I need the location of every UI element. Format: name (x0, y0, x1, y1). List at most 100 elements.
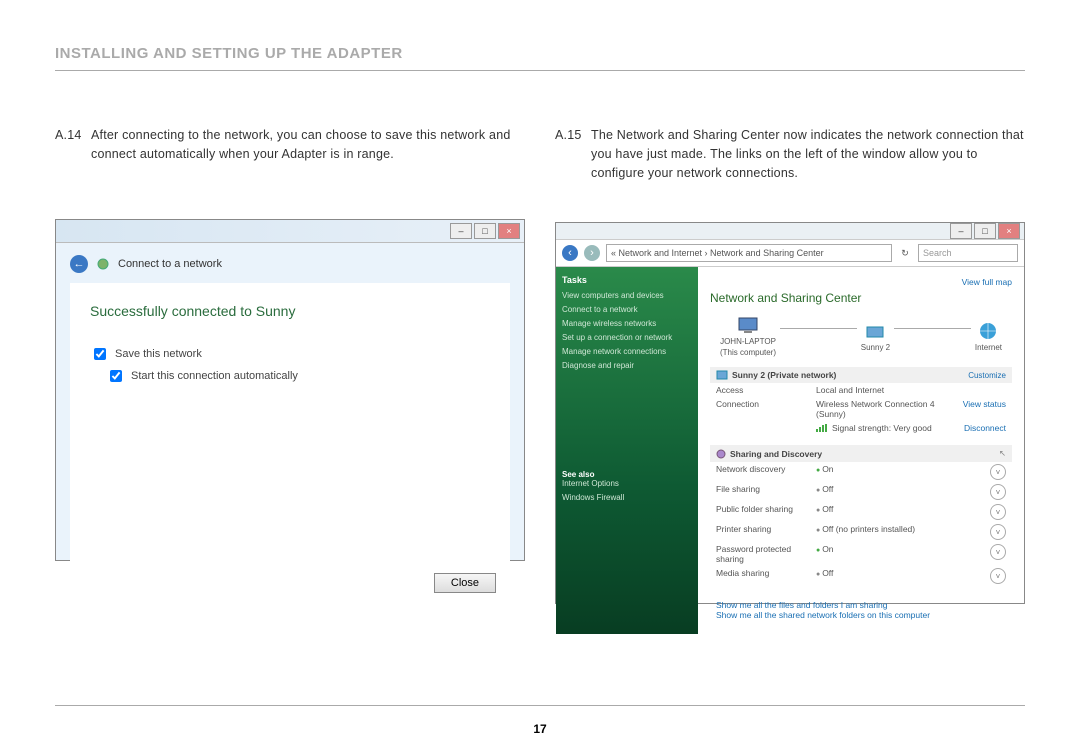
breadcrumb[interactable]: « Network and Internet › Network and Sha… (606, 244, 892, 262)
sharing-value: ● On (816, 464, 946, 480)
connection-key: Connection (716, 399, 816, 419)
page-title: INSTALLING AND SETTING UP THE ADAPTER (55, 45, 1025, 62)
see-also-title: See also (562, 470, 692, 479)
sharing-row: Public folder sharing● Off ˅ (710, 502, 1012, 522)
auto-connect-checkbox[interactable]: Start this connection automatically (106, 367, 490, 385)
sharing-icon (716, 449, 726, 459)
sharing-key: Password protected sharing (716, 544, 816, 564)
content-panel: View full map Network and Sharing Center… (698, 267, 1024, 634)
dialog-a-title: Connect to a network (118, 258, 222, 270)
sharing-key: Network discovery (716, 464, 816, 480)
top-rule (55, 70, 1025, 71)
tasks-panel: Tasks View computers and devices Connect … (556, 267, 698, 634)
network-section-name: Sunny 2 (Private network) (732, 370, 836, 380)
tasks-title: Tasks (562, 275, 692, 285)
expand-button[interactable]: ˅ (990, 524, 1006, 540)
task-link-4[interactable]: Manage network connections (562, 347, 692, 356)
refresh-icon[interactable]: ↻ (898, 248, 912, 259)
map-internet-label: Internet (975, 343, 1002, 352)
window-titlebar-b: – □ × (556, 223, 1024, 240)
expand-button[interactable]: ˅ (990, 504, 1006, 520)
save-network-label: Save this network (115, 348, 202, 360)
see-also-link-1[interactable]: Windows Firewall (562, 493, 692, 502)
sharing-value: ● Off (816, 504, 946, 520)
step-a15-num: A.15 (555, 126, 591, 182)
customize-link[interactable]: Customize (968, 371, 1006, 380)
sharing-value: ● Off (816, 568, 946, 584)
signal-value: Signal strength: Very good (832, 423, 932, 433)
wireless-icon (96, 257, 110, 271)
close-button[interactable]: Close (434, 573, 496, 593)
footer-link-2[interactable]: Show me all the shared network folders o… (716, 610, 1006, 620)
globe-icon (976, 321, 1000, 341)
access-value: Local and Internet (816, 385, 946, 395)
nav-back-icon[interactable]: ‹ (562, 245, 578, 261)
search-input[interactable]: Search (918, 244, 1018, 262)
task-link-0[interactable]: View computers and devices (562, 291, 692, 300)
network-map: JOHN-LAPTOP (This computer) Sunny 2 (710, 315, 1012, 357)
expand-button[interactable]: ˅ (990, 568, 1006, 584)
nsc-title: Network and Sharing Center (710, 291, 1012, 305)
step-a14: A.14 After connecting to the network, yo… (55, 126, 525, 164)
map-this-pc-label: JOHN-LAPTOP (720, 337, 776, 346)
expand-button[interactable]: ˅ (990, 544, 1006, 560)
sharing-value: ● Off (no printers installed) (816, 524, 946, 540)
task-link-2[interactable]: Manage wireless networks (562, 319, 692, 328)
left-column: A.14 After connecting to the network, yo… (55, 126, 525, 604)
sharing-row: Printer sharing● Off (no printers instal… (710, 522, 1012, 542)
task-link-1[interactable]: Connect to a network (562, 305, 692, 314)
map-network-label: Sunny 2 (861, 343, 890, 352)
step-a14-num: A.14 (55, 126, 91, 164)
right-column: A.15 The Network and Sharing Center now … (555, 126, 1025, 604)
network-section-header: Sunny 2 (Private network) Customize (710, 367, 1012, 383)
screenshot-sharing-center: – □ × ‹ › « Network and Internet › Netwo… (555, 222, 1025, 604)
expand-button[interactable]: ˅ (990, 464, 1006, 480)
sharing-key: Media sharing (716, 568, 816, 584)
sharing-key: Printer sharing (716, 524, 816, 540)
window-close-button[interactable]: × (498, 223, 520, 239)
success-message: Successfully connected to Sunny (90, 303, 490, 319)
sharing-row: Password protected sharing● On ˅ (710, 542, 1012, 566)
task-link-5[interactable]: Diagnose and repair (562, 361, 692, 370)
minimize-button-b[interactable]: – (950, 223, 972, 239)
signal-bars-icon (816, 424, 828, 432)
cursor-icon: ↖ (999, 448, 1006, 459)
step-a14-text: After connecting to the network, you can… (91, 126, 525, 164)
network-icon (716, 370, 728, 380)
sharing-section-title: Sharing and Discovery (730, 449, 822, 459)
page-number: 17 (0, 722, 1080, 736)
back-icon[interactable]: ← (70, 255, 88, 273)
step-a15: A.15 The Network and Sharing Center now … (555, 126, 1025, 182)
computer-icon (736, 315, 760, 335)
sharing-key: Public folder sharing (716, 504, 816, 520)
task-link-3[interactable]: Set up a connection or network (562, 333, 692, 342)
nav-fwd-icon[interactable]: › (584, 245, 600, 261)
view-status-link[interactable]: View status (946, 399, 1006, 419)
sharing-row: Media sharing● Off ˅ (710, 566, 1012, 586)
footer-link-1[interactable]: Show me all the files and folders I am s… (716, 600, 1006, 610)
minimize-button[interactable]: – (450, 223, 472, 239)
expand-button[interactable]: ˅ (990, 484, 1006, 500)
sharing-value: ● On (816, 544, 946, 564)
sharing-value: ● Off (816, 484, 946, 500)
maximize-button-b[interactable]: □ (974, 223, 996, 239)
auto-connect-input[interactable] (110, 370, 122, 382)
network-device-icon (863, 321, 887, 341)
save-network-checkbox[interactable]: Save this network (90, 345, 490, 363)
view-full-map-link[interactable]: View full map (710, 277, 1012, 287)
maximize-button[interactable]: □ (474, 223, 496, 239)
save-network-input[interactable] (94, 348, 106, 360)
sharing-row: Network discovery● On ˅ (710, 462, 1012, 482)
screenshot-connect-dialog: – □ × ← Connect to a network Successfull… (55, 219, 525, 561)
sharing-section-header: Sharing and Discovery ↖ (710, 445, 1012, 462)
step-a15-text: The Network and Sharing Center now indic… (591, 126, 1025, 182)
disconnect-link[interactable]: Disconnect (946, 423, 1006, 433)
sharing-key: File sharing (716, 484, 816, 500)
access-key: Access (716, 385, 816, 395)
bottom-rule (55, 705, 1025, 706)
sharing-row: File sharing● Off ˅ (710, 482, 1012, 502)
connection-value: Wireless Network Connection 4 (Sunny) (816, 399, 946, 419)
window-close-button-b[interactable]: × (998, 223, 1020, 239)
auto-connect-label: Start this connection automatically (131, 370, 298, 382)
see-also-link-0[interactable]: Internet Options (562, 479, 692, 488)
